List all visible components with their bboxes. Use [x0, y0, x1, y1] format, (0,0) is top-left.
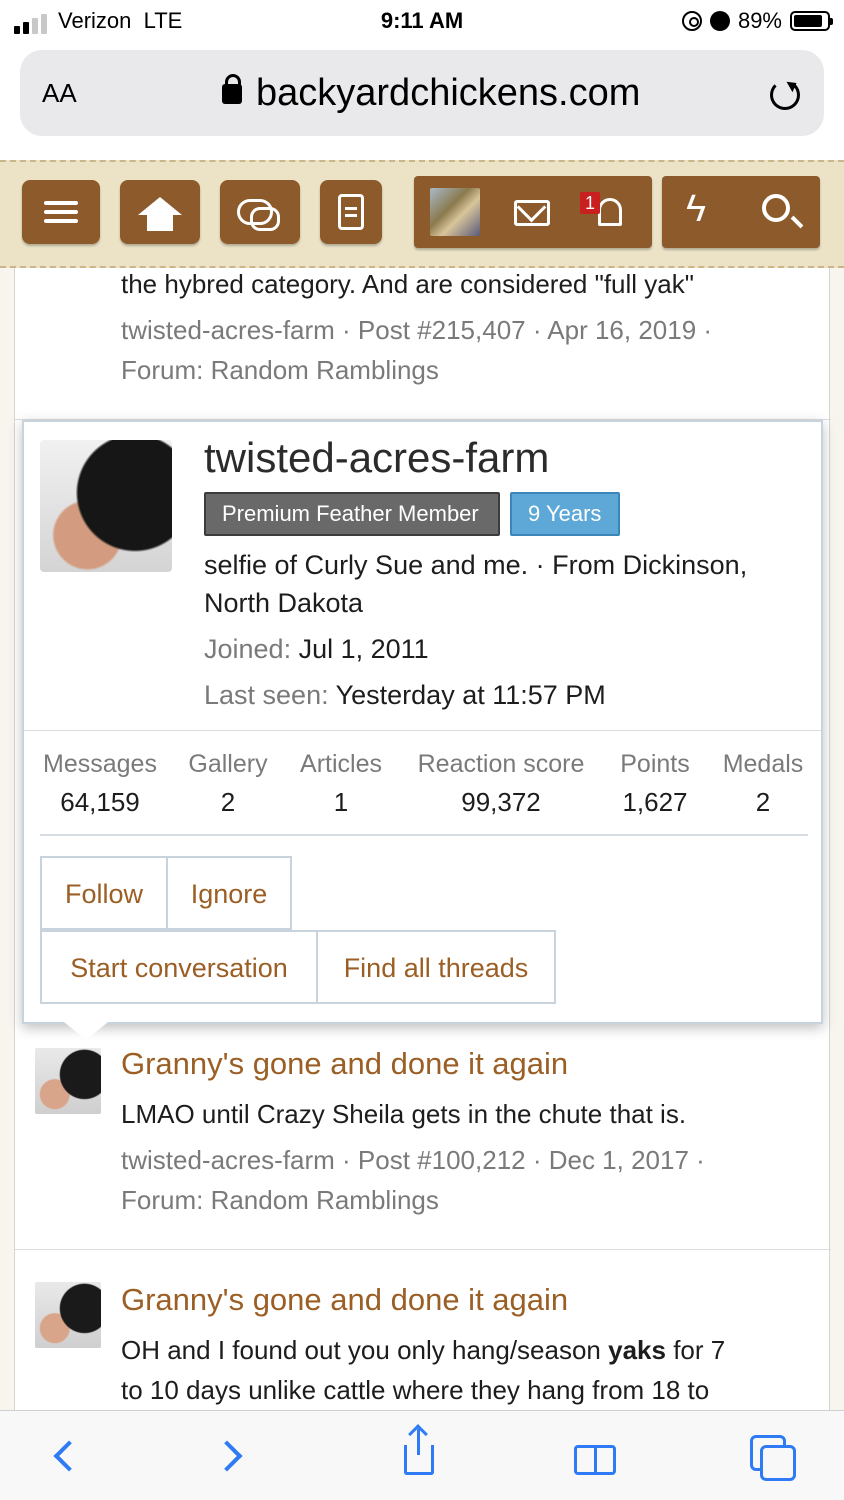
orientation-lock-icon	[681, 11, 702, 31]
browser-toolbar	[0, 1410, 844, 1500]
list-item: Granny's gone and done it again LMAO unt…	[15, 1020, 831, 1250]
home-icon[interactable]	[120, 180, 200, 244]
tabs-icon[interactable]	[750, 1435, 796, 1481]
inbox-icon[interactable]	[514, 200, 550, 226]
tenure-badge: 9 Years	[510, 492, 620, 536]
search-icon[interactable]	[762, 194, 790, 222]
browser-address-area: AA backyardchickens.com	[0, 44, 844, 160]
ignore-button[interactable]: Ignore	[166, 856, 292, 930]
url-host[interactable]: backyardchickens.com	[256, 72, 640, 115]
stat-articles[interactable]: Articles 1	[296, 750, 386, 818]
stat-reaction-score[interactable]: Reaction score 99,372	[410, 750, 592, 818]
follow-button[interactable]: Follow	[40, 856, 168, 930]
member-last-seen: Last seen: Yesterday at 11:57 PM	[204, 680, 606, 710]
result-snippet: LMAO until Crazy Sheila gets in the chut…	[121, 1099, 687, 1129]
find-all-threads-button[interactable]: Find all threads	[316, 930, 556, 1004]
result-snippet-line2: to 10 days unlike cattle where they hang…	[121, 1375, 710, 1405]
member-tooltip: twisted-acres-farm Premium Feather Membe…	[22, 420, 823, 1040]
forward-icon[interactable]	[211, 1435, 254, 1477]
avatar[interactable]	[35, 1282, 101, 1348]
alarm-icon	[709, 11, 730, 31]
site-header: 1 ϟ	[0, 160, 844, 268]
stat-gallery[interactable]: Gallery 2	[186, 750, 270, 818]
stat-medals[interactable]: Medals 2	[718, 750, 808, 818]
status-right: 89%	[681, 8, 833, 34]
result-meta: twisted-acres-farm · Post #100,212 · Dec…	[121, 1145, 705, 1215]
avatar-thumbnail[interactable]	[430, 188, 480, 236]
lock-icon	[222, 74, 242, 104]
bookmarks-icon[interactable]	[574, 1435, 616, 1477]
menu-icon[interactable]	[22, 180, 100, 244]
forums-icon[interactable]	[220, 180, 300, 244]
battery-icon	[790, 11, 833, 31]
start-conversation-button[interactable]: Start conversation	[40, 930, 318, 1004]
result-snippet: OH and I found out you only hang/season …	[121, 1335, 726, 1365]
whats-new-icon[interactable]: ϟ	[686, 190, 706, 228]
back-icon[interactable]	[44, 1435, 85, 1477]
divider	[24, 730, 821, 731]
rank-badge: Premium Feather Member	[204, 492, 500, 536]
member-about: selfie of Curly Sue and me. · From Dicki…	[204, 550, 748, 618]
result-title[interactable]: Granny's gone and done it again	[121, 1282, 568, 1318]
account-nav-group: 1	[414, 176, 652, 248]
address-bar[interactable]: AA backyardchickens.com	[20, 50, 824, 136]
result-title[interactable]: Granny's gone and done it again	[121, 1046, 568, 1082]
member-stats: Messages 64,159 Gallery 2 Articles 1 Reacti…	[40, 750, 808, 836]
utility-nav-group: ϟ	[662, 176, 820, 248]
stat-points[interactable]: Points 1,627	[616, 750, 694, 818]
bell-icon[interactable]	[598, 198, 622, 226]
battery-percent: 89%	[737, 8, 782, 33]
result-meta: twisted-acres-farm · Post #215,407 · Apr…	[121, 315, 713, 385]
reload-icon[interactable]	[770, 80, 800, 110]
avatar[interactable]	[40, 440, 172, 572]
avatar[interactable]	[35, 1048, 101, 1114]
status-bar: Verizon LTE 9:11 AM 89%	[0, 0, 844, 44]
text-size-button[interactable]: AA	[42, 78, 77, 109]
member-username[interactable]: twisted-acres-farm	[204, 434, 549, 482]
tooltip-pointer	[64, 1022, 108, 1040]
list-item: the hybred category. And are considered …	[15, 268, 831, 420]
result-snippet: the hybred category. And are considered …	[121, 269, 694, 299]
member-joined: Joined: Jul 1, 2011	[204, 634, 429, 664]
list-item: Granny's gone and done it again OH and I…	[15, 1250, 831, 1410]
stat-messages[interactable]: Messages 64,159	[40, 750, 160, 818]
notification-badge: 1	[580, 192, 601, 214]
articles-icon[interactable]	[320, 180, 382, 244]
share-icon[interactable]	[396, 1429, 436, 1477]
